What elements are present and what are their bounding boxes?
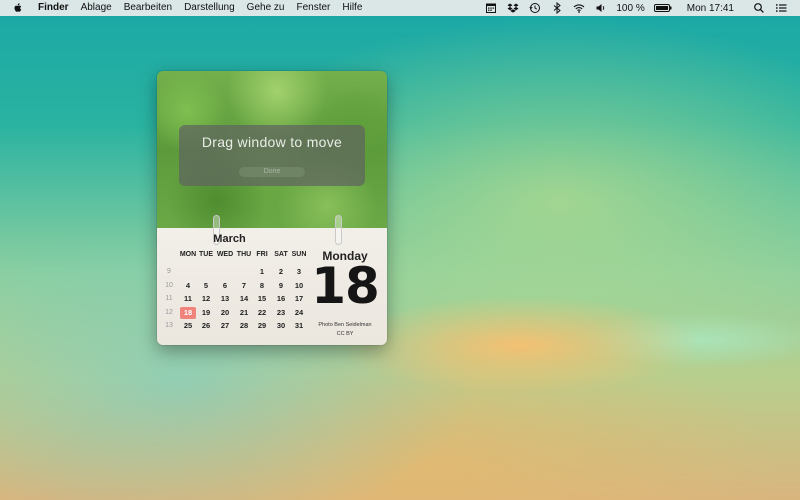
day-cell[interactable]: 8 bbox=[254, 280, 270, 292]
day-cell[interactable]: 10 bbox=[291, 280, 307, 292]
day-cell[interactable]: 7 bbox=[236, 280, 252, 292]
menu-bar: Finder Ablage Bearbeiten Darstellung Geh… bbox=[0, 0, 800, 16]
photo-credit-line: Photo Ben Seidelman bbox=[318, 322, 372, 328]
weekday-header-sat: SAT bbox=[274, 251, 288, 258]
menu-fenster[interactable]: Fenster bbox=[290, 0, 336, 16]
day-cell[interactable]: 31 bbox=[291, 320, 307, 332]
day-cell[interactable]: 30 bbox=[273, 320, 289, 332]
dropbox-icon[interactable] bbox=[507, 2, 519, 14]
battery-percent[interactable]: 100 % bbox=[616, 3, 644, 14]
day-number-large: 18 bbox=[311, 257, 380, 315]
wifi-icon[interactable] bbox=[573, 2, 585, 14]
week-number: 10 bbox=[165, 281, 173, 289]
weekday-header-tue: TUE bbox=[199, 251, 213, 258]
binder-ring-right bbox=[335, 215, 342, 245]
day-cell[interactable]: 9 bbox=[273, 280, 289, 292]
day-cell[interactable]: 5 bbox=[198, 280, 214, 292]
day-cell[interactable]: 12 bbox=[198, 293, 214, 305]
search-icon[interactable] bbox=[753, 2, 765, 14]
apple-icon[interactable] bbox=[12, 2, 24, 14]
week-number: 13 bbox=[165, 322, 173, 329]
done-button[interactable]: Done bbox=[239, 167, 305, 177]
day-cell[interactable]: 2 bbox=[273, 266, 289, 278]
weekday-header-fri: FRI bbox=[256, 251, 268, 258]
week-number: 12 bbox=[165, 308, 173, 316]
day-cell[interactable]: 13 bbox=[217, 293, 233, 305]
drag-hint-overlay[interactable]: Drag window to move Done bbox=[179, 125, 365, 186]
day-cell[interactable]: 24 bbox=[291, 307, 307, 319]
weekday-header-wed: WED bbox=[216, 251, 234, 258]
calendar-icon[interactable] bbox=[485, 2, 497, 14]
photo-license: CC BY bbox=[336, 331, 354, 337]
day-cell[interactable]: 15 bbox=[254, 293, 270, 305]
weekday-header-mon: MON bbox=[179, 251, 197, 258]
photo-credit: Photo Ben Seidelman CC BY bbox=[307, 321, 383, 339]
day-cell[interactable]: 6 bbox=[217, 280, 233, 292]
menu-ablage[interactable]: Ablage bbox=[75, 0, 118, 16]
menu-bar-left: Finder Ablage Bearbeiten Darstellung Geh… bbox=[0, 0, 368, 16]
battery-icon[interactable] bbox=[653, 2, 672, 14]
day-cell[interactable]: 16 bbox=[273, 293, 289, 305]
menu-finder[interactable]: Finder bbox=[32, 0, 75, 16]
menu-darstellung[interactable]: Darstellung bbox=[178, 0, 241, 16]
clock[interactable]: Mon 17:41 bbox=[687, 3, 734, 14]
menu-bar-right: 100 % Mon 17:41 bbox=[480, 0, 792, 16]
menu-gehe-zu[interactable]: Gehe zu bbox=[241, 0, 291, 16]
day-cell[interactable]: 1 bbox=[254, 266, 270, 278]
week-number: 9 bbox=[167, 268, 171, 275]
notification-center-icon[interactable] bbox=[775, 2, 787, 14]
day-cell[interactable]: 28 bbox=[236, 320, 252, 332]
day-cell[interactable]: 11 bbox=[180, 293, 196, 305]
month-title: March bbox=[213, 233, 246, 245]
drag-hint-text: Drag window to move bbox=[201, 134, 343, 150]
day-cell[interactable]: 14 bbox=[236, 293, 252, 305]
menu-bearbeiten[interactable]: Bearbeiten bbox=[118, 0, 178, 16]
menu-hilfe[interactable]: Hilfe bbox=[336, 0, 368, 16]
weekday-header-thu: THU bbox=[236, 251, 252, 258]
day-cell-today[interactable]: 18 bbox=[180, 306, 196, 319]
day-cell[interactable]: 27 bbox=[217, 320, 233, 332]
day-cell[interactable]: 21 bbox=[236, 307, 252, 319]
time-machine-icon[interactable] bbox=[529, 2, 541, 14]
day-cell[interactable]: 23 bbox=[273, 307, 289, 319]
day-cell[interactable]: 3 bbox=[291, 266, 307, 278]
day-cell[interactable]: 19 bbox=[198, 307, 214, 319]
day-cell[interactable]: 26 bbox=[198, 320, 214, 332]
bluetooth-icon[interactable] bbox=[551, 2, 563, 14]
day-cell[interactable]: 29 bbox=[254, 320, 270, 332]
day-cell[interactable]: 4 bbox=[180, 280, 196, 292]
day-cell[interactable]: 17 bbox=[291, 293, 307, 305]
weekday-header-sun: SUN bbox=[291, 251, 307, 258]
day-cell[interactable]: 20 bbox=[217, 307, 233, 319]
calendar-widget-window[interactable]: Drag window to move Done March MON TUE WED… bbox=[157, 71, 387, 345]
day-cell[interactable]: 25 bbox=[180, 320, 196, 332]
week-number: 11 bbox=[165, 295, 173, 302]
day-cell[interactable]: 22 bbox=[254, 307, 270, 319]
volume-icon[interactable] bbox=[595, 2, 607, 14]
